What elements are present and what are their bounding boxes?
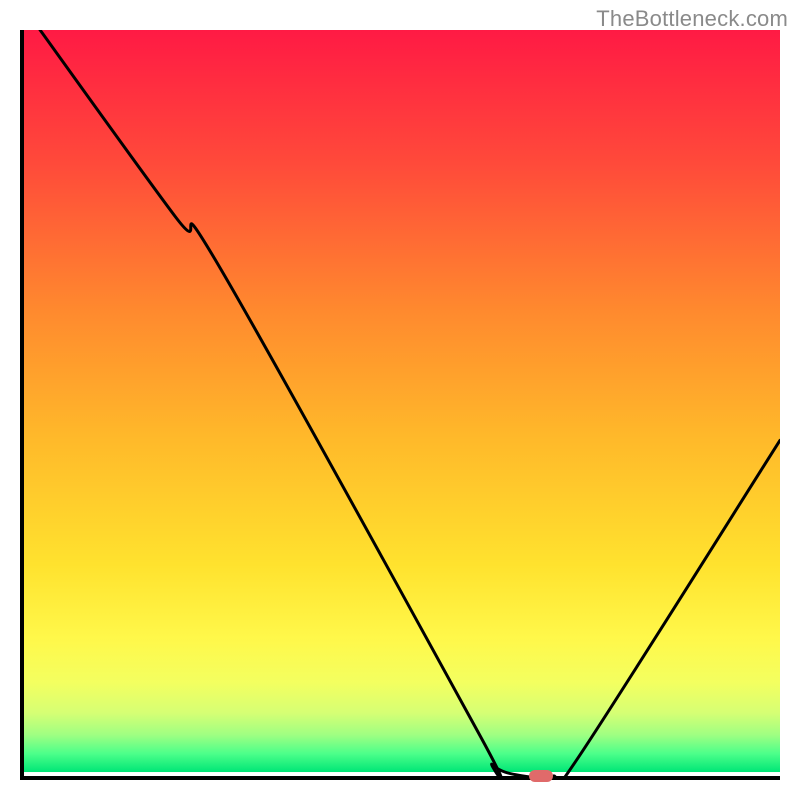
chart-area [20, 30, 780, 780]
chart-svg [24, 30, 780, 776]
gradient-background [24, 30, 780, 772]
watermark-text: TheBottleneck.com [596, 6, 788, 32]
marker-pill [529, 770, 553, 782]
